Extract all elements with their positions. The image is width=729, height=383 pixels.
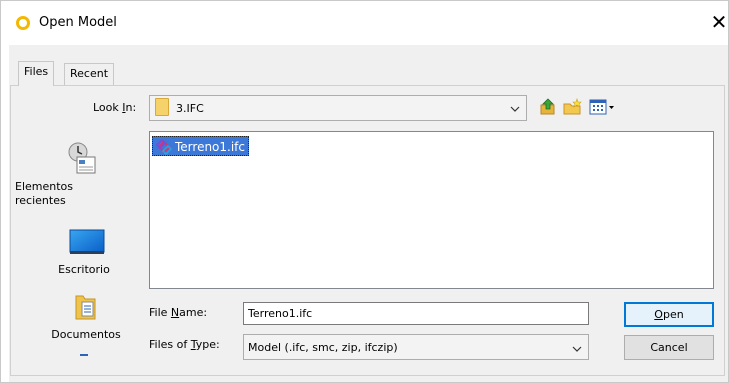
tab-files[interactable]: Files (18, 61, 55, 86)
places-item-documents-label: Documentos (51, 328, 121, 341)
file-type-value: Model (.ifc, smc, zip, ifczip) (248, 341, 398, 354)
desktop-icon (69, 229, 105, 254)
ifc-file-icon (156, 139, 172, 155)
view-menu-icon[interactable] (589, 98, 615, 116)
file-name-label: File Name: (149, 306, 208, 319)
title-bar: Open Model ✕ (1, 1, 728, 45)
tab-recent[interactable]: Recent (64, 63, 115, 85)
close-icon[interactable]: ✕ (708, 10, 729, 34)
file-name-field[interactable]: Terreno1.ifc (243, 302, 589, 325)
chevron-down-icon (572, 346, 582, 352)
folder-icon (155, 98, 169, 116)
places-item-recent-label: Elementos recientes (15, 180, 74, 207)
file-type-combo[interactable]: Model (.ifc, smc, zip, ifczip) (243, 334, 589, 360)
window-title: Open Model (39, 15, 117, 30)
file-name-text: Terreno1.ifc (175, 140, 246, 154)
cancel-button[interactable]: Cancel (624, 335, 714, 360)
recent-items-icon (68, 142, 96, 174)
file-type-label: Files of Type: (149, 338, 220, 351)
look-in-value: 3.IFC (176, 102, 204, 115)
look-in-label: Look In: (93, 101, 137, 114)
places-scroll-hint (80, 354, 88, 356)
app-ring-icon (16, 16, 30, 30)
up-folder-icon[interactable] (539, 98, 557, 116)
open-button[interactable]: Open (624, 302, 714, 327)
open-model-dialog: Open Model ✕ Files Recent Look In: 3.IFC (0, 0, 729, 383)
file-list[interactable]: Terreno1.ifc (149, 131, 714, 289)
new-folder-icon[interactable] (563, 98, 583, 116)
chevron-down-icon (510, 106, 520, 112)
documents-icon (75, 295, 96, 320)
file-name-value: Terreno1.ifc (248, 307, 313, 320)
list-item[interactable]: Terreno1.ifc (152, 136, 250, 156)
places-item-desktop-label: Escritorio (58, 263, 110, 276)
look-in-combo[interactable]: 3.IFC (149, 95, 527, 121)
